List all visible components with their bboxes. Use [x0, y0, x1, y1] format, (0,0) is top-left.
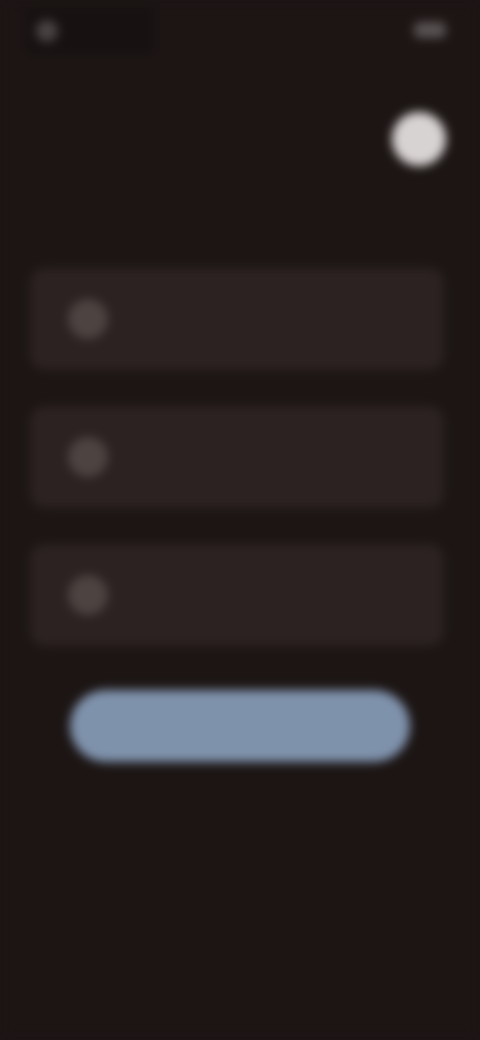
option-card-1[interactable] — [30, 268, 444, 370]
profile-avatar[interactable] — [392, 112, 446, 166]
battery-icon — [414, 22, 446, 38]
option-card-3[interactable] — [30, 544, 444, 646]
app-screen — [0, 0, 480, 1040]
option-3-icon — [68, 575, 108, 615]
option-1-icon — [68, 299, 108, 339]
status-bar — [0, 0, 480, 58]
app-icon — [36, 20, 58, 42]
option-card-2[interactable] — [30, 406, 444, 508]
option-2-icon — [68, 437, 108, 477]
status-right-group — [408, 20, 446, 40]
page-title — [32, 166, 120, 192]
status-left-group — [26, 8, 154, 54]
primary-button[interactable] — [70, 690, 410, 762]
